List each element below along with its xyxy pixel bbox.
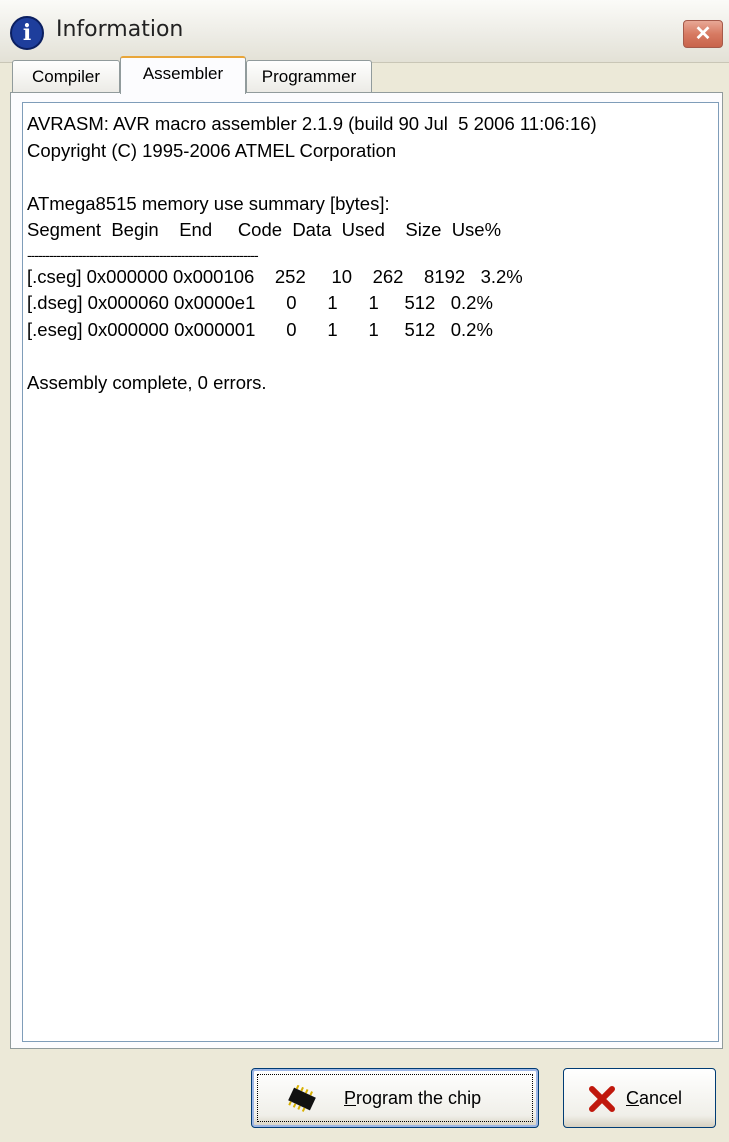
close-icon: ✕: [694, 23, 712, 45]
output-line: [.dseg] 0x000060 0x0000e1 0 1 1 512 0.2%: [27, 292, 493, 313]
output-line: [.eseg] 0x000000 0x000001 0 1 1 512 0.2%: [27, 318, 493, 340]
output-line: ----------------------------------------…: [27, 246, 259, 263]
info-icon: i: [10, 16, 44, 50]
tab-label: Programmer: [261, 67, 357, 86]
output-line: Segment Begin End Code Data Used Size Us…: [27, 219, 502, 240]
output-line: Copyright (C) 1995-2006 ATMEL Corporatio…: [27, 139, 397, 161]
tab-compiler[interactable]: Compiler: [12, 60, 120, 92]
tab-programmer[interactable]: Programmer: [246, 60, 372, 92]
red-x-icon: [589, 1086, 615, 1112]
output-line: ATmega8515 memory use summary [bytes]:: [27, 192, 390, 214]
window-title: Information: [56, 17, 184, 42]
output-line: Assembly complete, 0 errors.: [27, 371, 267, 393]
cancel-label: Cancel: [626, 1088, 683, 1108]
tab-assembler[interactable]: Assembler: [120, 56, 246, 94]
close-button[interactable]: ✕: [683, 20, 723, 48]
output-line: AVRASM: AVR macro assembler 2.1.9 (build…: [27, 113, 597, 134]
chip-icon: [288, 1085, 316, 1112]
output-line: [.cseg] 0x000000 0x000106 252 10 262 819…: [27, 265, 523, 287]
cancel-button[interactable]: Cancel: [563, 1068, 716, 1128]
title-bar[interactable]: i Information ✕: [0, 0, 729, 63]
program-chip-button[interactable]: Program the chip: [251, 1068, 539, 1128]
information-dialog: i Information ✕ Compiler Assembler Progr…: [0, 0, 729, 1142]
tab-label: Compiler: [31, 67, 101, 86]
program-chip-label: Program the chip: [344, 1088, 482, 1108]
tab-label: Assembler: [142, 64, 224, 83]
assembler-output[interactable]: AVRASM: AVR macro assembler 2.1.9 (build…: [22, 102, 719, 1042]
